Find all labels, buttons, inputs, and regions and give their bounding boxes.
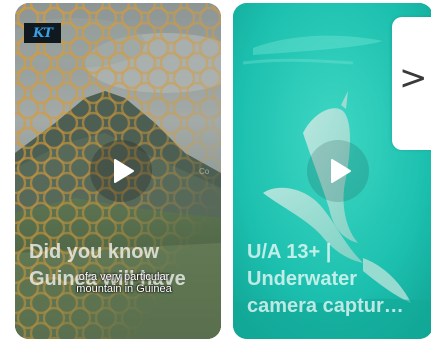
caption-line: mountain in Guinea [76,283,172,295]
play-icon [330,159,351,183]
video-title-line: camera captur… [247,295,404,317]
watermark-text: Co [199,167,210,176]
video-title-line: U/A 13+ | [247,241,332,263]
caption-line: of a very particular [78,271,170,283]
video-card-guinea[interactable]: KT Co Did you know Guinea will have of a… [15,3,221,339]
video-title-line: Underwater [247,268,358,290]
play-button[interactable] [307,140,369,202]
play-button[interactable] [90,140,152,202]
play-icon [113,159,134,183]
carousel-next-button[interactable]: > [392,17,431,150]
video-caption: of a very particular mountain in Guinea [49,271,199,295]
video-title: U/A 13+ | Underwater camera captur… [247,239,421,320]
channel-logo: KT [24,23,61,43]
video-title-line: Did you know [29,241,159,263]
chevron-right-icon: > [399,58,428,98]
